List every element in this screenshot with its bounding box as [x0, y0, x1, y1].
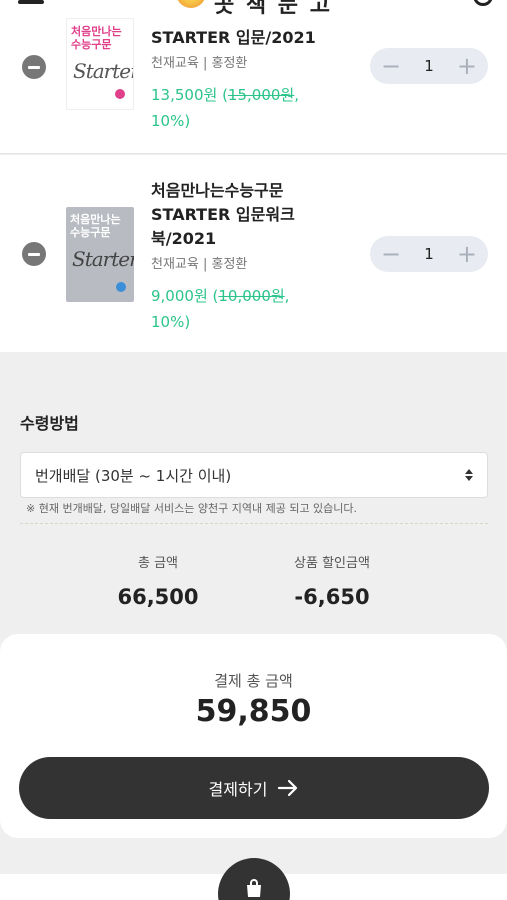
increase-quantity-button[interactable]: +: [456, 54, 478, 78]
cart-item: 처음만나는 수능구문 Starter 처음만나는수능구문 STARTER 입문워…: [0, 155, 507, 352]
discount-rate: 10%): [151, 112, 191, 130]
top-header: 곳 책 문 고: [0, 0, 507, 18]
book-cover: 처음만나는 수능구문 Starter: [66, 207, 134, 302]
delivery-notice: ※ 현재 번개배달, 당일배달 서비스는 양천구 지역내 제공 되고 있습니다.: [26, 502, 358, 515]
total-amount-label: 총 금액: [137, 556, 178, 571]
receive-method-title: 수령방법: [20, 414, 79, 433]
checkout-button-label: 결제하기: [208, 780, 268, 799]
sale-price: 9,000원: [151, 287, 208, 305]
checkout-button[interactable]: 결제하기: [19, 757, 489, 819]
logo-sun-icon: [176, 0, 206, 8]
item-publisher: 천재교육 | 홍정환: [151, 257, 248, 272]
receive-method-value: 번개배달 (30분 ~ 1시간 이내): [35, 466, 232, 485]
comma: ,: [294, 86, 299, 104]
item-publisher: 천재교육 | 홍정환: [151, 56, 248, 71]
paren-open: (: [207, 287, 219, 305]
divider: [20, 523, 488, 524]
shopping-bag-icon: [243, 878, 265, 900]
paren-open: (: [217, 86, 228, 104]
quantity-stepper: − 1 +: [370, 236, 488, 272]
item-price: 9,000원 (10,000원, 10%): [151, 283, 351, 335]
increase-quantity-button[interactable]: +: [456, 242, 478, 266]
discount-amount-value: -6,650: [294, 585, 370, 609]
user-icon[interactable]: [473, 0, 493, 6]
cover-script: Starter: [73, 59, 134, 83]
decrease-quantity-button[interactable]: −: [380, 242, 402, 266]
payment-total-label: 결제 총 금액: [214, 672, 293, 690]
total-amount-block: 총 금액 66,500: [78, 552, 238, 609]
item-price: 13,500원 (15,000원, 10%): [151, 82, 351, 134]
payment-card: 결제 총 금액 59,850 결제하기: [0, 634, 507, 838]
remove-item-button[interactable]: [22, 55, 46, 79]
remove-item-button[interactable]: [22, 242, 46, 266]
cart-item: 처음만나는 수능구문 Starter STARTER 입문/2021 천재교육 …: [0, 0, 507, 154]
logo-text: 곳 책 문 고: [214, 0, 332, 18]
quantity-value: 1: [424, 57, 434, 75]
discount-amount-block: 상품 할인금액 -6,650: [252, 552, 412, 609]
original-price: 10,000원: [218, 287, 285, 305]
item-title[interactable]: 처음만나는수능구문 STARTER 입문워크북/2021: [151, 179, 351, 251]
shopping-bag-button[interactable]: [218, 858, 290, 900]
discount-amount-label: 상품 할인금액: [294, 556, 370, 571]
book-cover: 처음만나는 수능구문 Starter: [66, 18, 134, 110]
cover-title: 처음만나는 수능구문: [70, 213, 121, 239]
arrow-right-icon: [277, 779, 299, 797]
decrease-quantity-button[interactable]: −: [380, 54, 402, 78]
cover-script: Starter: [72, 247, 134, 271]
comma: ,: [284, 287, 290, 305]
item-title[interactable]: STARTER 입문/2021: [151, 26, 351, 50]
logo[interactable]: 곳 책 문 고: [176, 0, 336, 18]
payment-total-amount: 59,850: [195, 694, 312, 729]
hamburger-icon[interactable]: [18, 0, 44, 4]
receive-method-select[interactable]: 번개배달 (30분 ~ 1시간 이내): [20, 452, 488, 498]
select-arrows-icon: [465, 469, 473, 481]
quantity-stepper: − 1 +: [370, 48, 488, 84]
discount-rate: 10%): [151, 313, 191, 331]
quantity-value: 1: [424, 245, 434, 263]
sale-price: 13,500원: [151, 86, 218, 104]
cover-badge: [115, 89, 125, 99]
original-price: 15,000원: [227, 86, 295, 104]
cover-title: 처음만나는 수능구문: [71, 25, 122, 51]
total-amount-value: 66,500: [117, 585, 199, 609]
cover-badge: [116, 282, 126, 292]
